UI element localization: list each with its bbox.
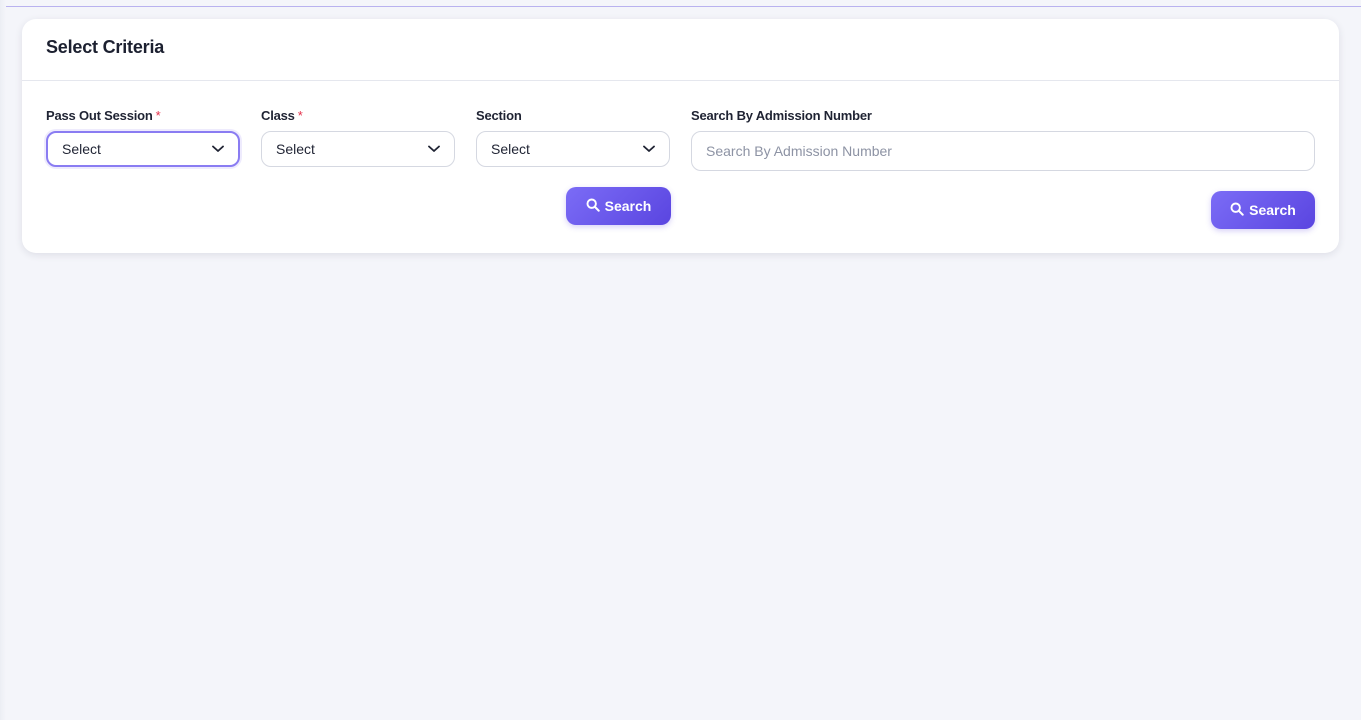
- section-label-text: Section: [476, 108, 522, 123]
- class-label-text: Class: [261, 108, 295, 123]
- class-select[interactable]: Select: [261, 131, 455, 167]
- chevron-down-icon: [212, 145, 224, 153]
- criteria-card: Select Criteria Pass Out Session * Select…: [22, 19, 1339, 253]
- admission-search-button[interactable]: Search: [1211, 191, 1315, 229]
- pass-out-session-select[interactable]: Select: [46, 131, 240, 167]
- section-value: Select: [491, 141, 530, 157]
- criteria-search-button[interactable]: Search: [566, 187, 671, 225]
- admission-search-label-text: Search By Admission Number: [691, 108, 872, 123]
- card-header: Select Criteria: [22, 19, 1339, 81]
- admission-number-input[interactable]: [691, 131, 1315, 171]
- required-mark: *: [155, 108, 161, 123]
- pass-out-session-label-text: Pass Out Session: [46, 108, 153, 123]
- chevron-down-icon: [643, 145, 655, 153]
- pass-out-session-value: Select: [62, 141, 101, 157]
- class-value: Select: [276, 141, 315, 157]
- section-select[interactable]: Select: [476, 131, 670, 167]
- card-title: Select Criteria: [46, 37, 165, 57]
- left-edge: [0, 0, 6, 720]
- class-label: Class *: [261, 108, 303, 123]
- required-mark: *: [297, 108, 303, 123]
- criteria-search-button-label: Search: [604, 198, 652, 214]
- chevron-down-icon: [428, 145, 440, 153]
- search-icon: [1230, 202, 1244, 219]
- search-icon: [586, 198, 600, 215]
- admission-search-button-label: Search: [1249, 202, 1296, 218]
- pass-out-session-label: Pass Out Session *: [46, 108, 161, 123]
- top-border: [0, 0, 1361, 7]
- admission-search-label: Search By Admission Number: [691, 108, 872, 123]
- section-label: Section: [476, 108, 522, 123]
